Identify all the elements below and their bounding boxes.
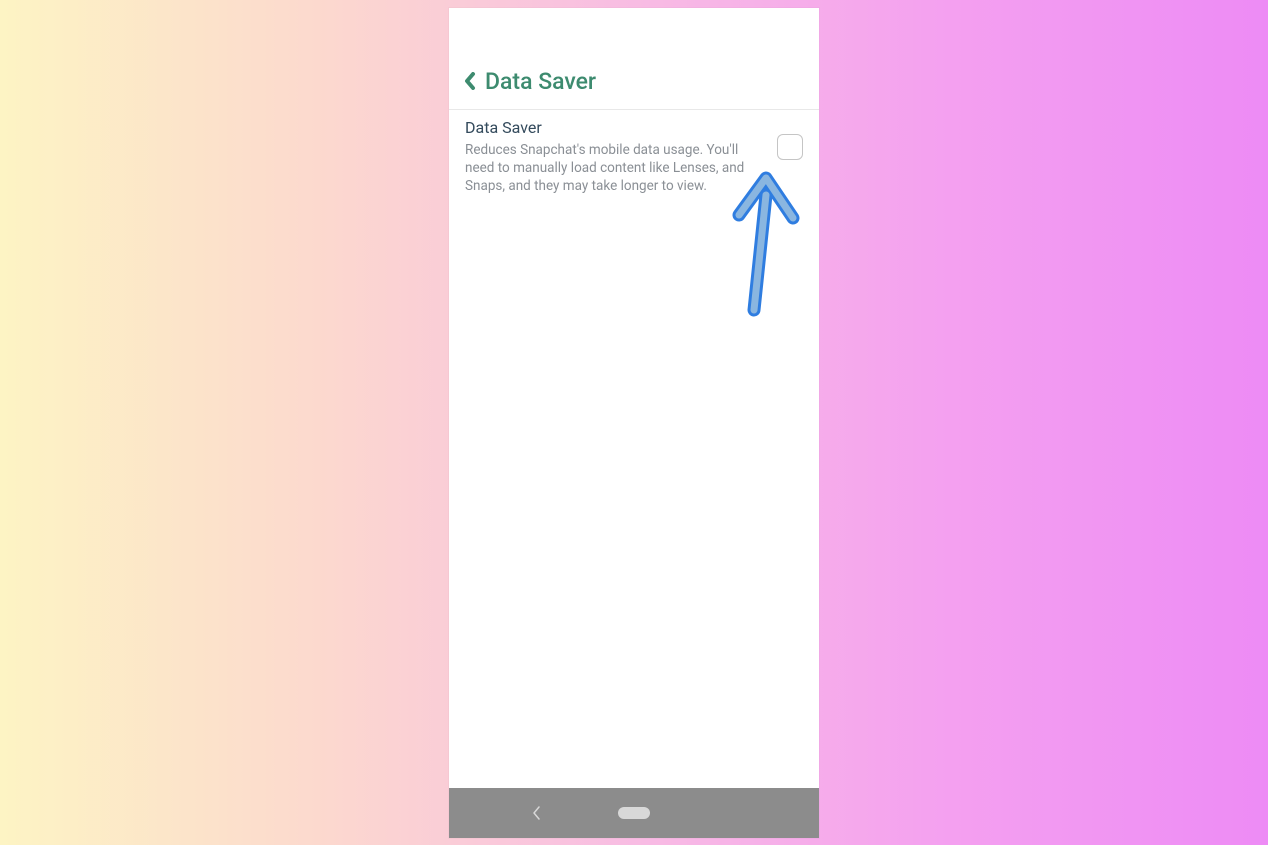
back-icon <box>532 805 542 821</box>
setting-title: Data Saver <box>465 118 761 137</box>
data-saver-checkbox[interactable] <box>777 134 803 160</box>
setting-text-container: Data Saver Reduces Snapchat's mobile dat… <box>465 118 761 196</box>
home-pill-icon <box>618 807 650 819</box>
content-area: Data Saver Reduces Snapchat's mobile dat… <box>449 110 819 788</box>
setting-description: Reduces Snapchat's mobile data usage. Yo… <box>465 141 761 196</box>
system-nav-bar <box>449 788 819 838</box>
system-back-button[interactable] <box>517 805 557 821</box>
data-saver-setting-row[interactable]: Data Saver Reduces Snapchat's mobile dat… <box>465 118 803 196</box>
page-header: Data Saver <box>449 58 819 110</box>
system-home-button[interactable] <box>614 807 654 819</box>
status-bar <box>449 8 819 58</box>
back-button[interactable] <box>463 71 477 91</box>
phone-screen: Data Saver Data Saver Reduces Snapchat's… <box>449 8 819 838</box>
chevron-left-icon <box>464 72 476 90</box>
page-title: Data Saver <box>485 68 596 95</box>
